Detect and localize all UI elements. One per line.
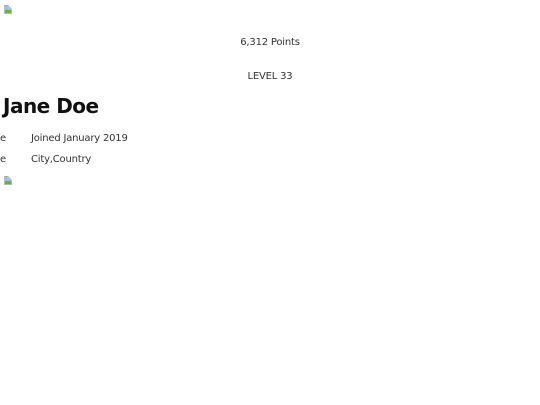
level-label: LEVEL 33 bbox=[247, 71, 293, 82]
location-row: le City,Country bbox=[0, 154, 200, 168]
joined-row: e Joined January 2019 bbox=[0, 133, 200, 147]
joined-date: Joined January 2019 bbox=[31, 133, 128, 144]
points-count: 6,312 Points bbox=[240, 37, 300, 48]
profile-name: Jane Doe bbox=[3, 94, 99, 118]
profile-cover-image bbox=[4, 5, 12, 14]
calendar-icon-label: e bbox=[0, 133, 6, 144]
badge-image bbox=[4, 176, 12, 185]
location-icon-label: le bbox=[0, 154, 6, 165]
location-text: City,Country bbox=[31, 154, 92, 165]
